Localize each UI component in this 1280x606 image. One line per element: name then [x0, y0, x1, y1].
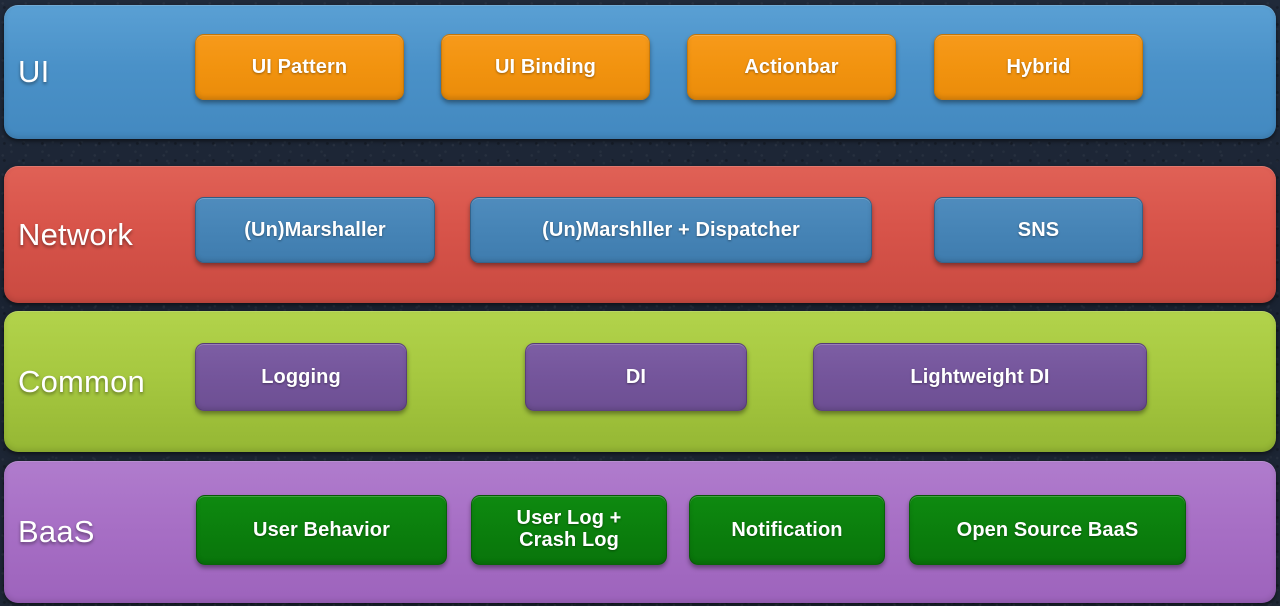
layer-band-ui: UI UI Pattern UI Binding Actionbar Hybri…: [4, 5, 1276, 139]
component-box-un-marshller-dispatcher[interactable]: (Un)Marshller + Dispatcher: [470, 197, 872, 263]
layer-label-network: Network: [18, 216, 134, 252]
layer-band-network: Network (Un)Marshaller (Un)Marshller + D…: [4, 166, 1276, 303]
component-box-logging[interactable]: Logging: [195, 343, 407, 411]
component-box-user-log-crash-log[interactable]: User Log + Crash Log: [471, 495, 667, 565]
layer-label-common: Common: [18, 363, 145, 399]
diagram-canvas: UI UI Pattern UI Binding Actionbar Hybri…: [0, 0, 1280, 606]
component-box-un-marshaller[interactable]: (Un)Marshaller: [195, 197, 435, 263]
component-box-di[interactable]: DI: [525, 343, 747, 411]
layer-label-baas: BaaS: [18, 514, 95, 549]
component-box-sns[interactable]: SNS: [934, 197, 1143, 263]
layer-band-baas: BaaS User Behavior User Log + Crash Log N…: [4, 461, 1276, 603]
component-box-ui-binding[interactable]: UI Binding: [441, 34, 650, 100]
component-box-open-source-baas[interactable]: Open Source BaaS: [909, 495, 1186, 565]
component-box-hybrid[interactable]: Hybrid: [934, 34, 1143, 100]
component-box-actionbar[interactable]: Actionbar: [687, 34, 896, 100]
layer-label-ui: UI: [18, 54, 50, 89]
component-box-user-behavior[interactable]: User Behavior: [196, 495, 447, 565]
layer-band-common: Common Logging DI Lightweight DI: [4, 311, 1276, 452]
component-box-ui-pattern[interactable]: UI Pattern: [195, 34, 404, 100]
component-box-notification[interactable]: Notification: [689, 495, 885, 565]
component-box-lightweight-di[interactable]: Lightweight DI: [813, 343, 1147, 411]
